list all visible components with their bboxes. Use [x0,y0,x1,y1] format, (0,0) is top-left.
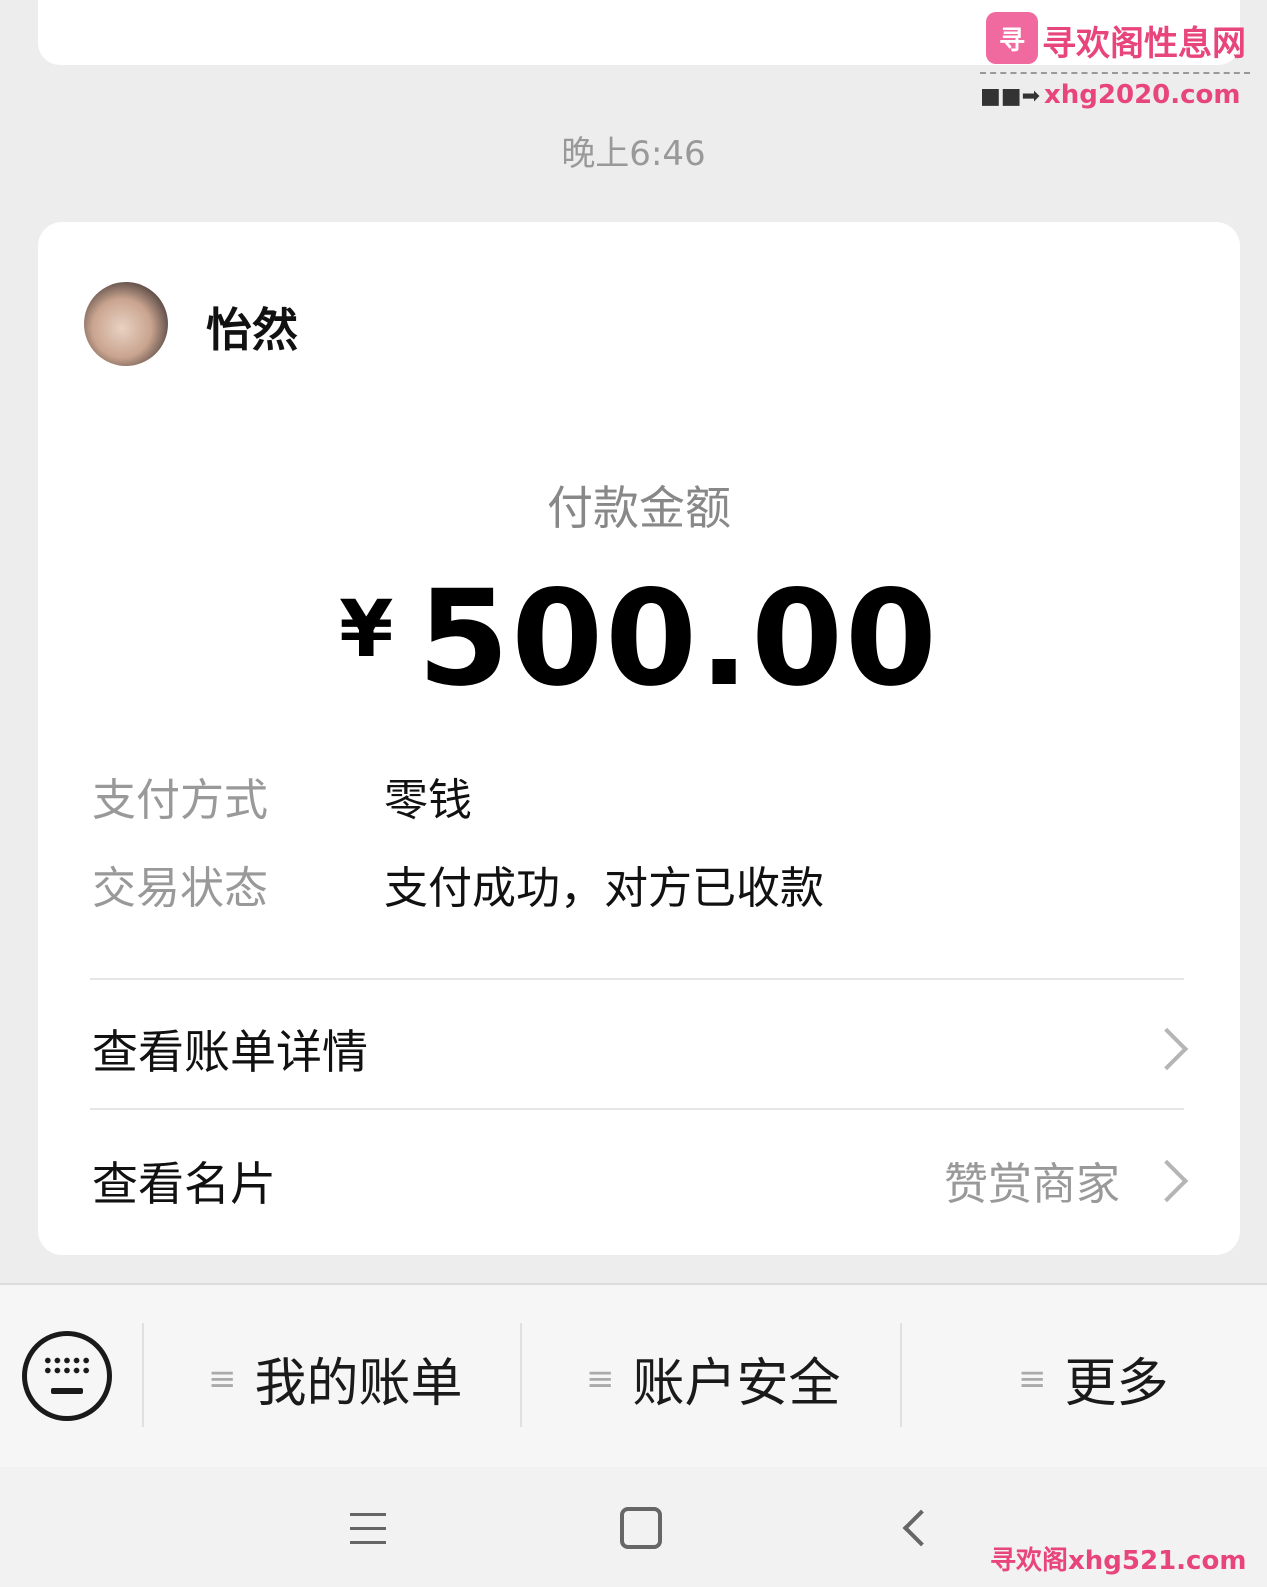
watermark-url: xhg2020.com [1044,80,1241,110]
keyboard-keys [43,1356,91,1392]
arrow-icon: ■■➡ [980,84,1041,109]
payment-method-value: 零钱 [384,775,472,826]
keyboard-icon[interactable] [22,1331,112,1421]
menu-separator [520,1323,522,1427]
currency-symbol: ¥ [339,585,394,675]
menu-item-account-security[interactable]: ≡ 账户安全 [586,1341,841,1416]
bill-details-link[interactable]: 查看账单详情 [92,1016,368,1082]
divider [90,978,1184,980]
chevron-right-icon[interactable] [1145,1159,1189,1203]
payee-avatar[interactable] [84,282,168,366]
menu-item-label: 我的账单 [254,1354,463,1414]
menu-lines-icon: ≡ [208,1358,237,1399]
service-menu-bar: ≡ 我的账单 ≡ 账户安全 ≡ 更多 [0,1283,1267,1469]
reward-merchant-link[interactable]: 赞赏商家 [944,1148,1120,1212]
divider [90,1108,1184,1110]
transaction-status-value: 支付成功，对方已收款 [384,863,824,914]
payment-amount: ¥500.00 [38,562,1240,716]
menu-item-more[interactable]: ≡ 更多 [1018,1341,1169,1416]
nav-home-icon[interactable] [620,1507,662,1549]
payment-notification-card[interactable]: 怡然 付款金额 ¥500.00 支付方式 零钱 交易状态 支付成功，对方已收款 … [38,222,1240,1255]
amount-label: 付款金额 [547,481,731,535]
payment-method-label: 支付方式 [92,775,268,826]
transaction-status-label: 交易状态 [92,863,268,914]
menu-separator [142,1323,144,1427]
nav-menu-icon[interactable] [350,1513,386,1555]
menu-lines-icon: ≡ [586,1358,615,1399]
menu-lines-icon: ≡ [1018,1358,1047,1399]
watermark-divider [980,72,1250,74]
keyboard-spacebar [51,1388,83,1394]
watermark-logo: 寻 [986,12,1038,64]
message-timestamp: 晚上6:46 [561,134,706,174]
amount-value: 500.00 [417,562,939,716]
nav-back-icon[interactable] [902,1509,940,1547]
menu-item-label: 账户安全 [632,1354,841,1414]
watermark-bottom: 寻欢阁xhg521.com [990,1546,1247,1576]
menu-item-label: 更多 [1064,1354,1169,1414]
watermark-top: 寻 寻欢阁性息网 ■■➡ xhg2020.com [980,8,1260,110]
menu-separator [900,1323,902,1427]
menu-item-my-bills[interactable]: ≡ 我的账单 [208,1341,463,1416]
watermark-name: 寻欢阁性息网 [1042,24,1246,64]
view-card-link[interactable]: 查看名片 [92,1148,276,1214]
payee-name: 怡然 [206,303,298,357]
chevron-right-icon[interactable] [1145,1027,1189,1071]
